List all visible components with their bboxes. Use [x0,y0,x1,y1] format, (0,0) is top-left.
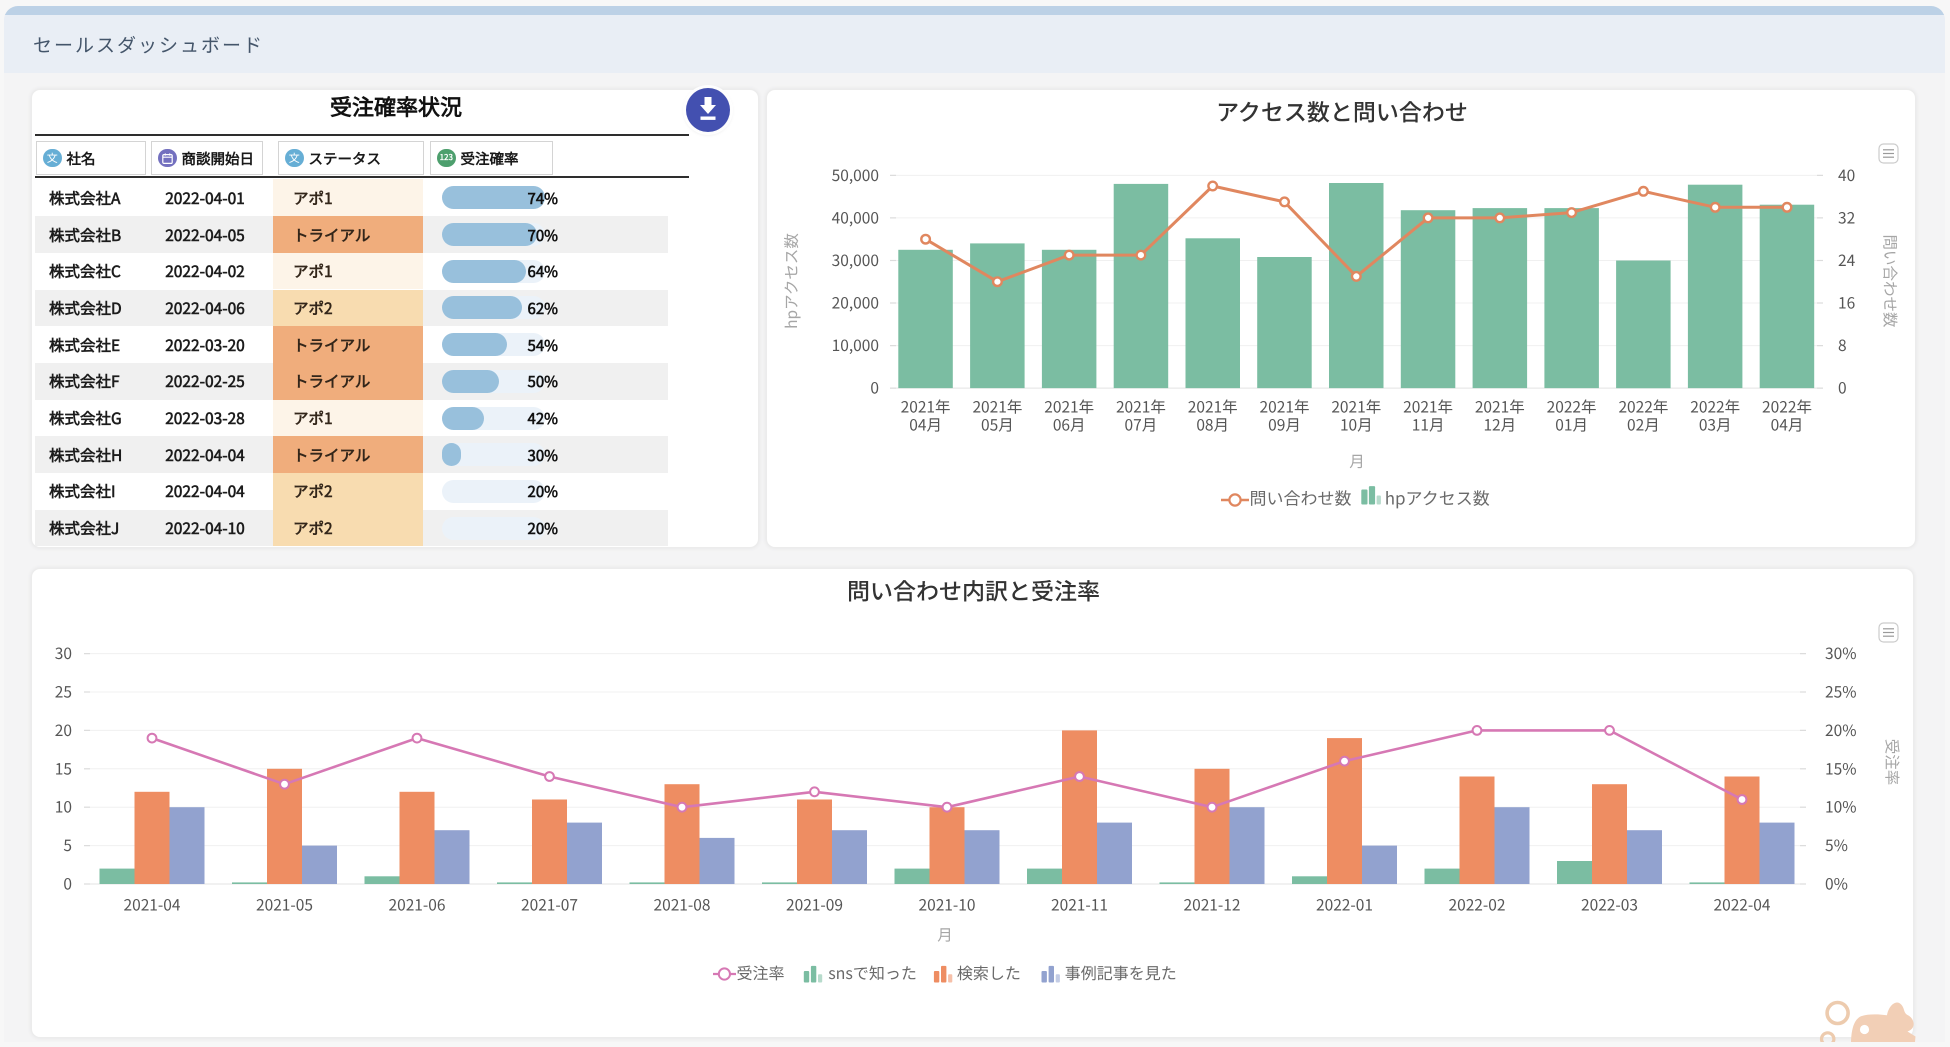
svg-text:02月: 02月 [1627,414,1660,436]
svg-text:30,000: 30,000 [832,249,879,271]
svg-text:8: 8 [1838,334,1847,356]
svg-text:20: 20 [55,719,72,741]
svg-text:10月: 10月 [1340,414,1373,436]
svg-text:問い合わせ数: 問い合わせ数 [1880,234,1902,328]
svg-text:15%: 15% [1825,757,1856,779]
svg-text:2021-06: 2021-06 [389,894,446,916]
svg-text:検索した: 検索した [957,960,1021,984]
svg-text:04月: 04月 [1771,414,1804,436]
svg-text:0%: 0% [1825,873,1848,895]
svg-text:5%: 5% [1825,834,1848,856]
svg-text:15: 15 [55,757,72,779]
svg-text:月: 月 [1349,450,1365,472]
svg-text:5: 5 [63,834,72,856]
svg-text:0: 0 [870,377,879,399]
svg-text:hpアクセス数: hpアクセス数 [1385,485,1490,510]
svg-text:25%: 25% [1825,681,1856,703]
svg-text:30: 30 [55,642,72,664]
svg-text:事例記事を見た: 事例記事を見た [1065,960,1177,984]
svg-text:問い合わせ数: 問い合わせ数 [1250,485,1352,510]
svg-text:07月: 07月 [1125,414,1158,436]
svg-text:2021-12: 2021-12 [1184,894,1241,916]
svg-text:hpアクセス数: hpアクセス数 [780,233,802,329]
svg-text:2022-01: 2022-01 [1316,894,1373,916]
svg-text:受注率: 受注率 [1882,739,1904,786]
svg-text:問い合わせ内訳と受注率: 問い合わせ内訳と受注率 [847,573,1100,607]
svg-text:2022-02: 2022-02 [1449,894,1506,916]
svg-text:24: 24 [1838,249,1856,271]
svg-text:2022-03: 2022-03 [1581,894,1638,916]
svg-text:04月: 04月 [909,414,942,436]
svg-text:月: 月 [937,924,953,946]
svg-text:50,000: 50,000 [832,164,879,186]
svg-text:32: 32 [1838,206,1855,228]
svg-text:01月: 01月 [1555,414,1588,436]
svg-text:0: 0 [1838,377,1847,399]
svg-text:25: 25 [55,681,72,703]
svg-text:2022-04: 2022-04 [1714,894,1771,916]
svg-text:30%: 30% [1825,642,1856,664]
svg-text:06月: 06月 [1053,414,1086,436]
svg-text:40: 40 [1838,164,1855,186]
svg-text:2021-05: 2021-05 [256,894,313,916]
svg-text:20,000: 20,000 [832,292,879,314]
svg-text:2021-07: 2021-07 [521,894,578,916]
svg-text:11月: 11月 [1412,414,1445,436]
svg-text:2021-09: 2021-09 [786,894,843,916]
svg-text:16: 16 [1838,292,1855,314]
svg-text:受注率: 受注率 [737,960,785,984]
svg-text:2021-04: 2021-04 [124,894,181,916]
svg-text:10: 10 [55,796,72,818]
svg-text:05月: 05月 [981,414,1014,436]
svg-text:12月: 12月 [1483,414,1516,436]
svg-text:08月: 08月 [1196,414,1229,436]
svg-text:2021-10: 2021-10 [919,894,976,916]
svg-text:40,000: 40,000 [832,206,879,228]
svg-text:snsで知った: snsで知った [828,960,917,984]
svg-text:09月: 09月 [1268,414,1301,436]
svg-text:アクセス数と問い合わせ: アクセス数と問い合わせ [1216,94,1468,128]
svg-text:0: 0 [63,873,72,895]
svg-text:10%: 10% [1825,796,1856,818]
svg-text:20%: 20% [1825,719,1856,741]
svg-text:2021-11: 2021-11 [1051,894,1108,916]
svg-text:10,000: 10,000 [832,334,879,356]
svg-text:2021-08: 2021-08 [654,894,711,916]
svg-text:03月: 03月 [1699,414,1732,436]
